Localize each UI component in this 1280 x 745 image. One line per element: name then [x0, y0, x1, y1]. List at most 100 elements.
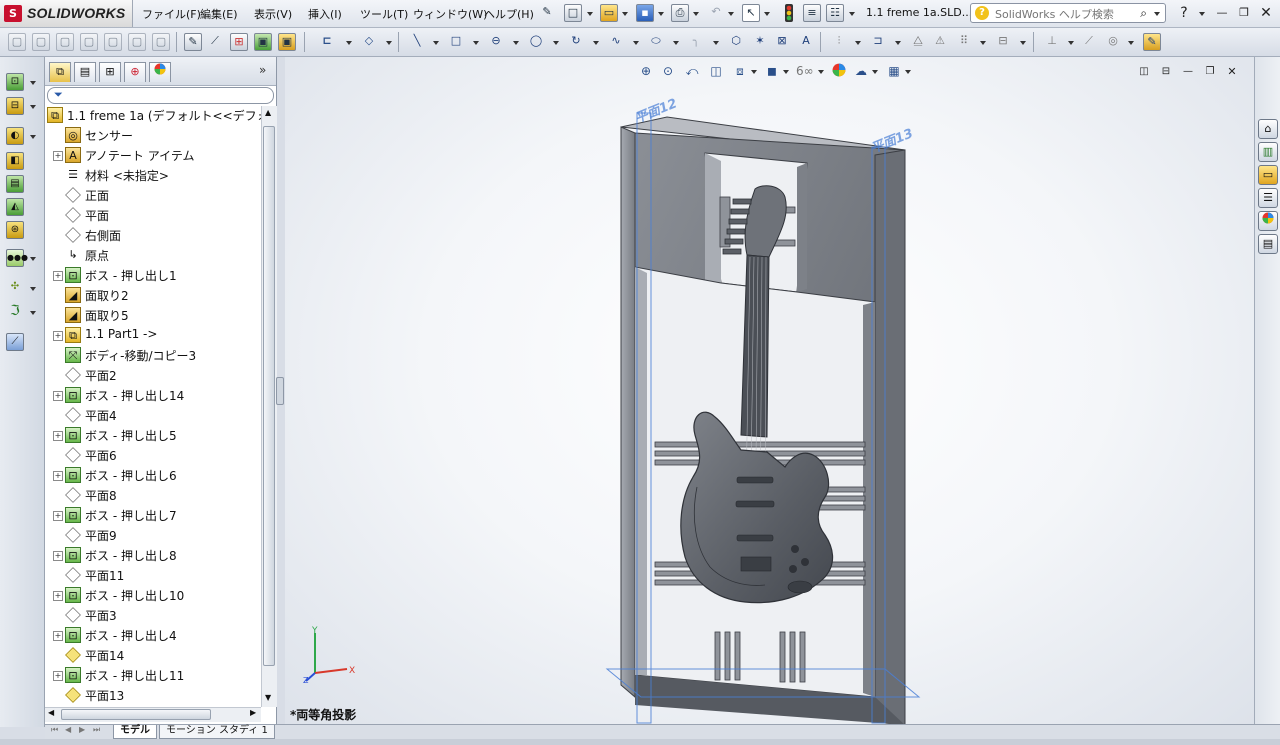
home-icon[interactable]: ⌂	[1258, 119, 1278, 139]
expand-node-icon[interactable]: +	[53, 151, 63, 161]
revolve-dropdown-arrow[interactable]	[30, 105, 36, 109]
tree-node[interactable]: + ⊡ ボス - 押し出し8	[53, 546, 261, 566]
select-dropdown-arrow[interactable]	[764, 12, 770, 16]
dimxpert-tab-icon[interactable]: ⊕	[124, 62, 146, 82]
linear-pattern-icon[interactable]: ●●●	[6, 249, 28, 267]
scroll-right-arrow-icon[interactable]: ▶	[250, 708, 256, 717]
tree-node[interactable]: + ⊡ ボス - 押し出し4	[53, 626, 261, 646]
expand-node-icon[interactable]: +	[53, 331, 63, 341]
box-feature-icon[interactable]: ▢	[56, 33, 74, 51]
tree-node[interactable]: + ⊡ ボス - 押し出し1	[53, 266, 261, 286]
menu-tools[interactable]: ツール(T)	[360, 6, 408, 22]
sketch-pencil-icon[interactable]: ✎	[184, 33, 202, 51]
rebuild-traffic-light-icon[interactable]	[780, 4, 798, 22]
scrollbar-thumb[interactable]	[263, 126, 275, 666]
smart-dimension-icon[interactable]: ⟋	[206, 33, 224, 51]
draft-icon[interactable]: ⊛	[6, 221, 24, 239]
expand-node-icon[interactable]: +	[53, 511, 63, 521]
loft-icon[interactable]: ◭	[6, 198, 24, 216]
extruded-boss-icon[interactable]: ⊡	[6, 73, 24, 91]
tree-node[interactable]: 平面14	[53, 646, 261, 666]
relation-dropdown-arrow[interactable]	[1068, 41, 1074, 45]
fillet-feature-icon[interactable]: ◐	[6, 127, 24, 145]
expand-node-icon[interactable]: +	[53, 551, 63, 561]
arc-icon[interactable]: ↻	[567, 33, 585, 51]
tree-node[interactable]: ◢ 面取り2	[53, 286, 261, 306]
convert-icon[interactable]: ⧋	[909, 33, 927, 51]
ellipse-icon[interactable]: ⬭	[647, 33, 665, 51]
tree-node[interactable]: ◎ センサー	[53, 126, 261, 146]
tree-node[interactable]: + ⊡ ボス - 押し出し6	[53, 466, 261, 486]
offset-dropdown-arrow[interactable]	[895, 41, 901, 45]
scroll-left-arrow-icon[interactable]: ◀	[48, 708, 54, 717]
undo-dropdown-arrow[interactable]	[728, 12, 734, 16]
tree-node[interactable]: ◢ 面取り5	[53, 306, 261, 326]
dimension-dropdown-arrow[interactable]	[386, 41, 392, 45]
circle-icon[interactable]: ◯	[527, 33, 545, 51]
box-feature-icon[interactable]: ▢	[8, 33, 26, 51]
tab-first-icon[interactable]: ⏮	[51, 725, 58, 735]
slot-icon[interactable]: ⊖	[487, 33, 505, 51]
feature-tree-horizontal-scrollbar[interactable]: ◀ ▶	[45, 707, 261, 722]
tree-node[interactable]: ↳ 原点	[53, 246, 261, 266]
search-icon[interactable]: ⌕	[1140, 6, 1147, 21]
pattern-feature-dropdown-arrow[interactable]	[30, 257, 36, 261]
line-icon[interactable]: ╲	[408, 33, 426, 51]
expand-node-icon[interactable]: +	[53, 391, 63, 401]
quick-snaps-icon[interactable]: ◎	[1104, 33, 1122, 51]
save-dropdown-arrow[interactable]	[658, 12, 664, 16]
menu-view[interactable]: 表示(V)	[254, 6, 292, 22]
fillet-icon[interactable]: ╮	[687, 33, 705, 51]
tree-node[interactable]: 右側面	[53, 226, 261, 246]
tree-node[interactable]: 平面6	[53, 446, 261, 466]
shell-icon[interactable]: ◧	[6, 152, 24, 170]
instant3d-icon[interactable]: ⟋	[6, 333, 24, 351]
boss-dropdown-arrow[interactable]	[30, 81, 36, 85]
sketch-icon[interactable]: ⊏	[318, 33, 336, 51]
expand-node-icon[interactable]: +	[53, 471, 63, 481]
feature-tree-vertical-scrollbar[interactable]: ▲ ▼	[261, 106, 277, 707]
tab-prev-icon[interactable]: ◀	[65, 725, 71, 734]
reference-dropdown-arrow[interactable]	[30, 287, 36, 291]
box-feature-icon[interactable]: ▢	[104, 33, 122, 51]
cut-icon[interactable]: ▤	[6, 175, 24, 193]
spline-icon[interactable]: ∿	[607, 33, 625, 51]
menu-window[interactable]: ウィンドウ(W)	[413, 6, 487, 22]
scroll-up-arrow-icon[interactable]: ▲	[265, 108, 271, 117]
view-palette-icon[interactable]: ☰	[1258, 188, 1278, 208]
revolved-boss-icon[interactable]: ⊟	[6, 97, 24, 115]
tree-node[interactable]: 平面8	[53, 486, 261, 506]
rapid-sketch-icon[interactable]: ✎	[1143, 33, 1161, 51]
reference-geometry-icon[interactable]: ✣	[6, 279, 24, 297]
help-dropdown-arrow[interactable]	[1199, 12, 1205, 16]
fillet-dropdown-arrow[interactable]	[713, 41, 719, 45]
sketch-dropdown-arrow[interactable]	[346, 41, 352, 45]
component-icon[interactable]: ▣	[278, 33, 296, 51]
select-pointer-icon[interactable]: ↖	[742, 4, 760, 22]
menu-edit[interactable]: 編集(E)	[200, 6, 238, 22]
tree-root-node[interactable]: ⧉ 1.1 freme 1a (デフォルト<<デフォルト>_	[45, 106, 261, 126]
tree-node[interactable]: 正面	[53, 186, 261, 206]
tab-scroll-buttons[interactable]: ⏮ ◀ ▶ ⏭	[45, 725, 109, 738]
tree-node[interactable]: + ⊡ ボス - 押し出し7	[53, 506, 261, 526]
print-icon[interactable]: ⎙	[671, 4, 689, 22]
rectangle-icon[interactable]: □	[447, 33, 465, 51]
line-dropdown-arrow[interactable]	[433, 41, 439, 45]
menu-insert[interactable]: 挿入(I)	[308, 6, 342, 22]
panel-splitter-handle[interactable]	[276, 377, 284, 405]
curves-icon[interactable]: ℑ	[6, 303, 24, 321]
scroll-down-arrow-icon[interactable]: ▼	[265, 693, 271, 702]
curves-dropdown-arrow[interactable]	[30, 311, 36, 315]
new-dropdown-arrow[interactable]	[587, 12, 593, 16]
tree-node[interactable]: + ⊡ ボス - 押し出し14	[53, 386, 261, 406]
save-icon[interactable]: ▪	[636, 4, 654, 22]
tree-node[interactable]: + A アノテート アイテム	[53, 146, 261, 166]
mirror-icon[interactable]: ⫶	[830, 33, 848, 51]
tab-last-icon[interactable]: ⏭	[93, 725, 100, 735]
graphics-viewport[interactable]: ⊕ ⊙ ⤺ ◫ ⧈ ◼ 6∞ ☁ ▦ ◫ ⊟ — ❐ ✕ 平面12 平面13 Y…	[285, 57, 1254, 724]
box-feature-icon[interactable]: ▢	[152, 33, 170, 51]
feature-tree-filter[interactable]: ⏷	[47, 87, 274, 104]
dimension-icon[interactable]: ◇	[360, 33, 378, 51]
tree-node[interactable]: + ⊡ ボス - 押し出し5	[53, 426, 261, 446]
options-dropdown-arrow[interactable]	[849, 12, 855, 16]
